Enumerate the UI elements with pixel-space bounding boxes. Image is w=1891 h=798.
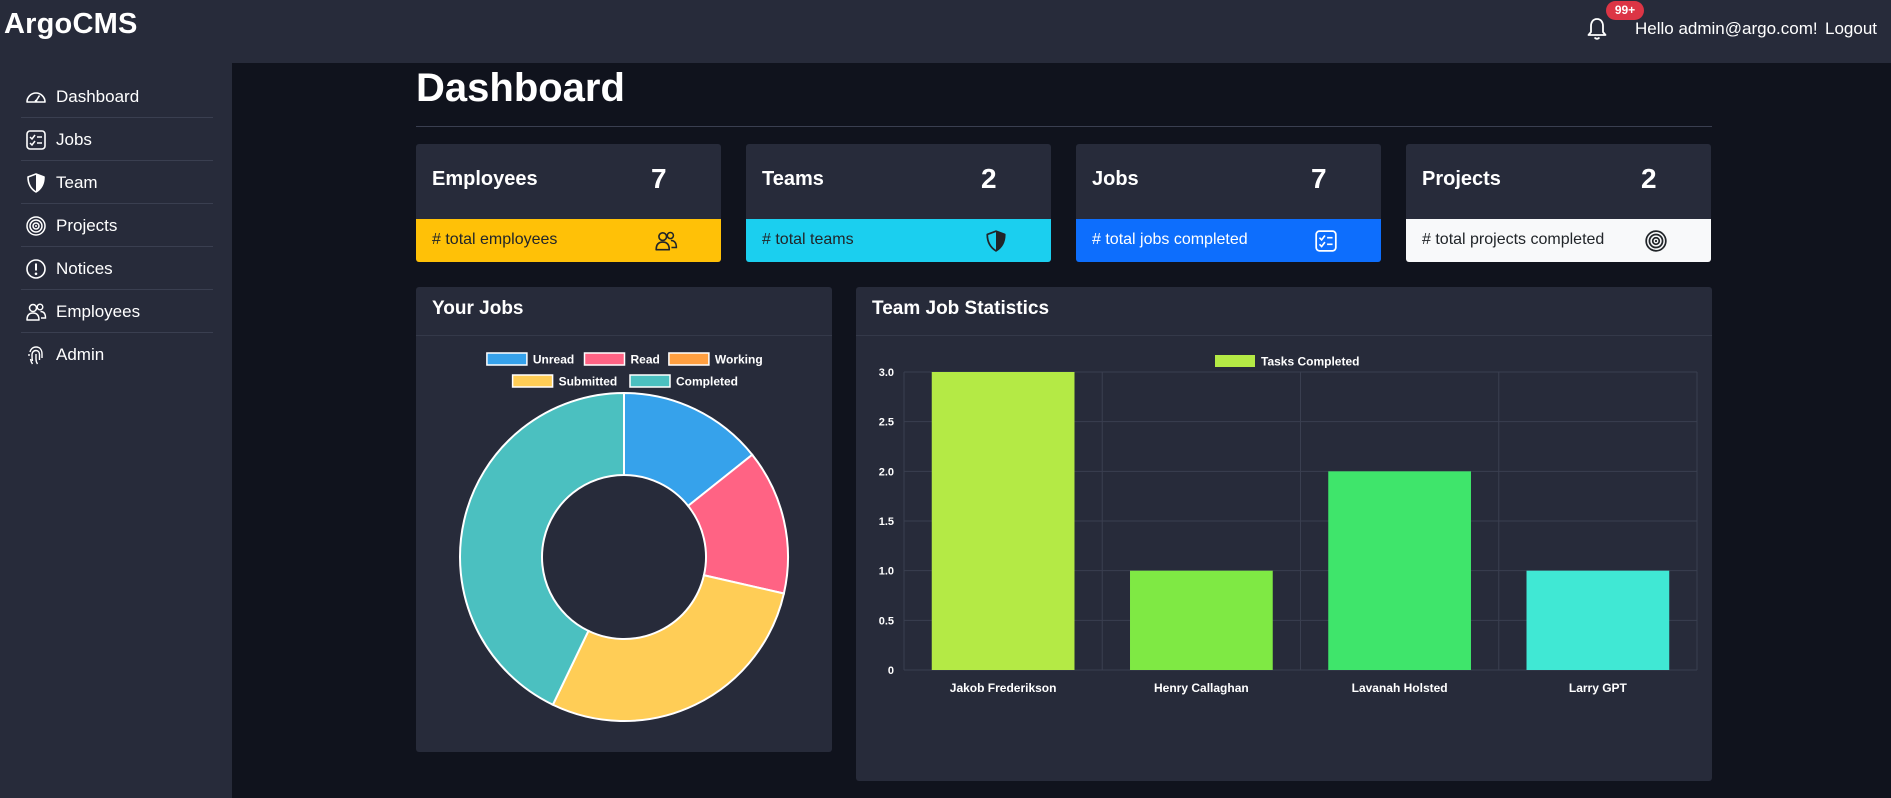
sidebar-item-admin[interactable]: Admin [21, 333, 213, 376]
shield-icon [27, 173, 45, 193]
y-tick-label: 0 [888, 665, 894, 677]
legend-label: Unread [533, 353, 574, 367]
y-tick-label: 0.5 [879, 615, 894, 627]
stat-label: Employees [432, 168, 538, 190]
sidebar-item-employees[interactable]: Employees [21, 290, 213, 333]
legend-label: Read [631, 353, 660, 367]
user-greeting: Hello admin@argo.com! [1635, 19, 1818, 38]
stat-label: Projects [1422, 168, 1501, 190]
sidebar-item-label: Admin [56, 345, 105, 364]
y-tick-label: 2.0 [879, 466, 894, 478]
stat-value: 2 [981, 163, 997, 194]
stat-card-projects: Projects 2 # total projects completed [1406, 144, 1711, 262]
bar-chart: Tasks Completed 0 0.5 1.0 1.5 2.0 2.5 3.0 Jakob … [879, 355, 1698, 695]
legend-label: Submitted [559, 375, 618, 389]
sidebar-item-notices[interactable]: Notices [21, 247, 213, 290]
stat-card-employees: Employees 7 # total employees [416, 144, 721, 262]
alert-icon [26, 259, 46, 279]
stat-footer-text: # total projects completed [1422, 231, 1605, 248]
stat-footer: # total projects completed [1406, 219, 1711, 262]
stat-footer: # total jobs completed [1076, 219, 1381, 262]
shield-icon [986, 230, 1006, 252]
legend-swatch [486, 352, 528, 366]
stat-footer: # total employees [416, 219, 721, 262]
x-tick-label: Jakob Frederikson [950, 681, 1057, 695]
legend-swatch [629, 374, 671, 388]
stat-value: 7 [651, 163, 667, 194]
people-icon [26, 303, 47, 321]
stat-footer-text: # total employees [432, 231, 558, 248]
brand-logo[interactable]: ArgoCMS [4, 8, 138, 41]
notification-badge[interactable]: 99+ [1606, 1, 1644, 20]
card-divider [856, 335, 1712, 336]
sidebar-item-jobs[interactable]: Jobs [21, 118, 213, 161]
legend-swatch [1215, 355, 1255, 367]
stat-card-jobs: Jobs 7 # total jobs completed [1076, 144, 1381, 262]
stat-footer-text: # total teams [762, 231, 854, 248]
people-icon [655, 231, 678, 251]
sidebar-item-label: Dashboard [56, 87, 140, 106]
stat-value: 7 [1311, 163, 1327, 194]
legend-label: Completed [676, 375, 738, 389]
checklist-icon [26, 130, 46, 150]
stat-label: Teams [762, 168, 824, 190]
bar-larry-gpt [1526, 570, 1670, 670]
target-icon [26, 216, 46, 236]
legend-swatch [668, 352, 710, 366]
legend-label: Tasks Completed [1261, 355, 1359, 369]
title-divider [416, 126, 1712, 127]
checklist-icon [1315, 230, 1337, 252]
legend-label: Working [715, 353, 763, 367]
logout-link[interactable]: Logout [1825, 19, 1877, 39]
y-tick-label: 3.0 [879, 367, 894, 379]
card-divider [416, 335, 832, 336]
bar-lavanah-holsted [1328, 471, 1471, 670]
page-title: Dashboard [416, 66, 625, 110]
card-title: Team Job Statistics [872, 298, 1050, 319]
sidebar-item-label: Employees [56, 302, 141, 321]
bell-icon[interactable] [1585, 16, 1609, 42]
target-icon [1645, 230, 1667, 252]
speedometer-icon [26, 92, 46, 103]
top-navbar: ArgoCMS 99+ Hello admin@argo.com! Logout [0, 0, 1891, 63]
donut-slice-submitted [551, 574, 786, 722]
sidebar-item-team[interactable]: Team [21, 161, 213, 204]
sidebar-item-label: Team [56, 173, 98, 192]
legend-swatch [511, 374, 554, 388]
y-tick-label: 1.0 [879, 566, 894, 578]
sidebar-item-label: Projects [56, 216, 118, 235]
legend-swatch [583, 352, 626, 366]
stat-footer: # total teams [746, 219, 1051, 262]
bar-jakob-frederikson [931, 372, 1075, 670]
x-tick-label: Henry Callaghan [1154, 681, 1249, 695]
sidebar: Dashboard Jobs Team Projects Notices Emp… [0, 63, 232, 798]
bar-henry-callaghan [1130, 570, 1273, 670]
stat-card-teams: Teams 2 # total teams [746, 144, 1051, 262]
sidebar-item-projects[interactable]: Projects [21, 204, 213, 247]
sidebar-item-label: Jobs [56, 130, 92, 149]
stat-value: 2 [1641, 163, 1657, 194]
stat-label: Jobs [1092, 168, 1139, 190]
x-tick-label: Larry GPT [1569, 681, 1628, 695]
sidebar-item-dashboard[interactable]: Dashboard [21, 75, 213, 118]
stat-footer-text: # total jobs completed [1092, 231, 1248, 248]
your-jobs-card: Your Jobs Unread Read Working Submitted Comp… [416, 287, 832, 752]
y-tick-label: 2.5 [879, 417, 894, 429]
x-tick-label: Lavanah Holsted [1352, 681, 1448, 695]
card-title: Your Jobs [432, 298, 524, 319]
fingerprint-icon [28, 346, 43, 365]
team-job-statistics-card: Team Job Statistics Tasks Completed 0 0.5 1… [856, 287, 1712, 781]
sidebar-item-label: Notices [56, 259, 113, 278]
y-tick-label: 1.5 [879, 516, 894, 528]
doughnut-chart: Unread Read Working Submitted Completed [459, 352, 789, 722]
